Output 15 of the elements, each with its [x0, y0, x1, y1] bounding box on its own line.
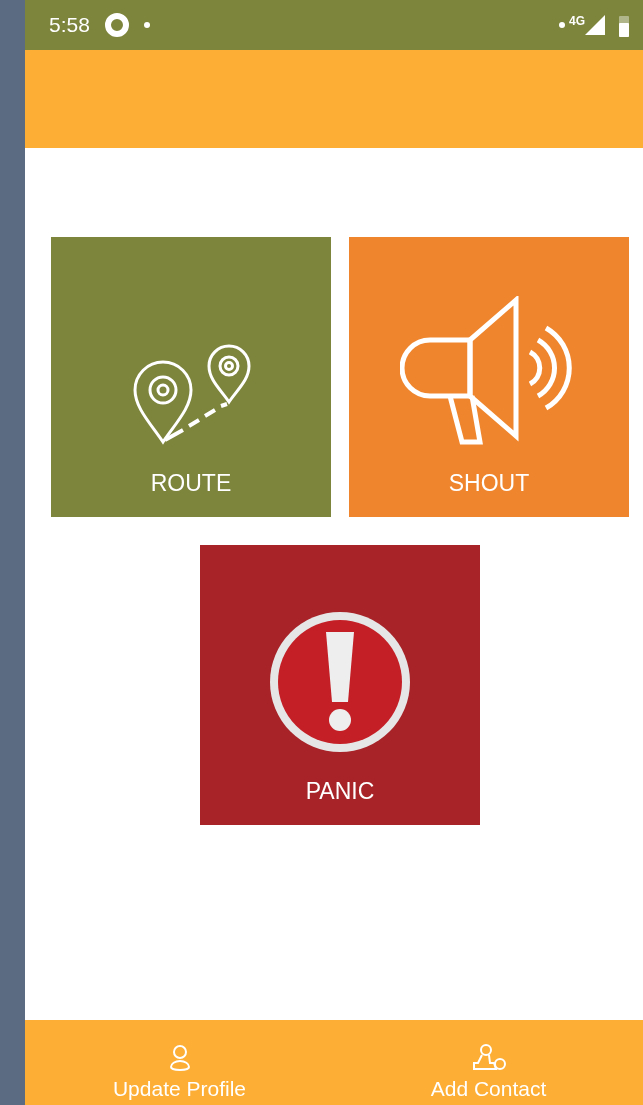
shout-tile[interactable]: SHOUT	[349, 237, 629, 517]
nav-item[interactable]: Add Contact	[334, 1020, 643, 1105]
signal-icon	[585, 15, 605, 35]
battery-icon	[619, 13, 629, 37]
route-tile[interactable]: ROUTE	[51, 237, 331, 517]
dot-icon	[143, 22, 150, 28]
nav-item[interactable]: Update Profile	[25, 1020, 334, 1105]
network-type: 4G	[569, 14, 585, 28]
panic-tile[interactable]: PANIC	[200, 545, 480, 825]
add-person-icon	[471, 1043, 506, 1071]
status-time: 5:58	[49, 13, 90, 37]
dot-icon	[559, 22, 565, 28]
exclamation-icon	[268, 610, 412, 754]
circle-icon	[103, 12, 130, 38]
person-icon	[168, 1045, 191, 1071]
